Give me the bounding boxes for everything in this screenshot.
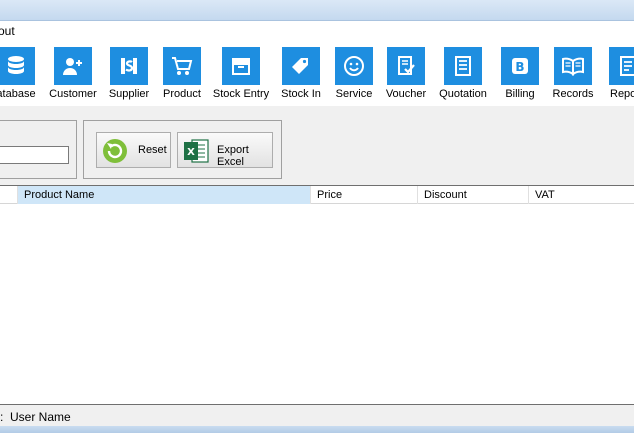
search-input[interactable] xyxy=(0,146,69,164)
toolbar: atabase Customer Supplier Product Stock … xyxy=(0,41,634,106)
toolbar-records-button[interactable]: Records xyxy=(552,47,594,103)
reset-button-label: Reset xyxy=(138,144,167,156)
report-icon xyxy=(609,47,634,85)
toolbar-stock-entry-button[interactable]: Stock Entry xyxy=(213,47,269,103)
title-bar[interactable] xyxy=(0,0,634,21)
excel-icon: X xyxy=(183,137,209,165)
toolbar-quotation-label: Quotation xyxy=(439,88,487,100)
menu-bar: out xyxy=(0,21,634,41)
toolbar-reports-button[interactable]: Repor xyxy=(609,47,634,103)
billing-icon: B xyxy=(501,47,539,85)
tag-icon xyxy=(282,47,320,85)
toolbar-stock-in-button[interactable]: Stock In xyxy=(281,47,322,103)
reset-button[interactable]: Reset xyxy=(96,132,171,168)
toolbar-stock-entry-label: Stock Entry xyxy=(212,88,270,100)
voucher-icon xyxy=(387,47,425,85)
app-window: out atabase Customer Supplier Product St… xyxy=(0,0,634,433)
smiley-icon xyxy=(335,47,373,85)
menu-item-about[interactable]: out xyxy=(0,24,15,38)
supplier-icon xyxy=(110,47,148,85)
column-header-product-name[interactable]: Product Name xyxy=(18,186,311,204)
toolbar-database-label: atabase xyxy=(0,88,36,100)
toolbar-supplier-label: Supplier xyxy=(108,88,150,100)
status-prefix: : xyxy=(0,410,4,424)
svg-text:B: B xyxy=(515,60,524,74)
toolbar-billing-button[interactable]: B Billing xyxy=(501,47,541,103)
stock-entry-icon xyxy=(222,47,260,85)
product-grid[interactable]: Product Name Price Discount VAT xyxy=(0,185,634,405)
column-header-vat[interactable]: VAT xyxy=(529,186,634,204)
status-bar: : User Name xyxy=(0,406,634,426)
export-excel-button[interactable]: X Export Excel xyxy=(177,132,273,168)
status-user-name: User Name xyxy=(10,410,71,424)
column-header-discount[interactable]: Discount xyxy=(418,186,529,204)
toolbar-quotation-button[interactable]: Quotation xyxy=(439,47,487,103)
grid-header: Product Name Price Discount VAT xyxy=(0,186,634,204)
toolbar-product-button[interactable]: Product xyxy=(163,47,203,103)
quotation-icon xyxy=(444,47,482,85)
toolbar-stock-in-label: Stock In xyxy=(281,88,321,100)
toolbar-records-label: Records xyxy=(552,88,594,100)
toolbar-reports-label: Repor xyxy=(610,88,634,100)
svg-text:X: X xyxy=(187,147,195,158)
row-header-cell xyxy=(0,186,18,204)
toolbar-customer-label: Customer xyxy=(49,88,97,100)
toolbar-customer-button[interactable]: Customer xyxy=(49,47,97,103)
refresh-icon xyxy=(101,137,129,165)
toolbar-voucher-button[interactable]: Voucher xyxy=(385,47,427,103)
toolbar-supplier-button[interactable]: Supplier xyxy=(108,47,150,103)
cart-icon xyxy=(163,47,201,85)
customer-icon xyxy=(54,47,92,85)
export-excel-label: Export Excel xyxy=(217,144,249,168)
toolbar-database-button[interactable]: atabase xyxy=(0,47,37,103)
window-bottom-border xyxy=(0,426,634,433)
toolbar-voucher-label: Voucher xyxy=(385,88,427,100)
toolbar-service-button[interactable]: Service xyxy=(335,47,375,103)
book-icon xyxy=(554,47,592,85)
toolbar-billing-label: Billing xyxy=(505,88,535,100)
toolbar-product-label: Product xyxy=(163,88,201,100)
column-header-price[interactable]: Price xyxy=(311,186,418,204)
toolbar-service-label: Service xyxy=(335,88,373,100)
database-icon xyxy=(0,47,35,85)
